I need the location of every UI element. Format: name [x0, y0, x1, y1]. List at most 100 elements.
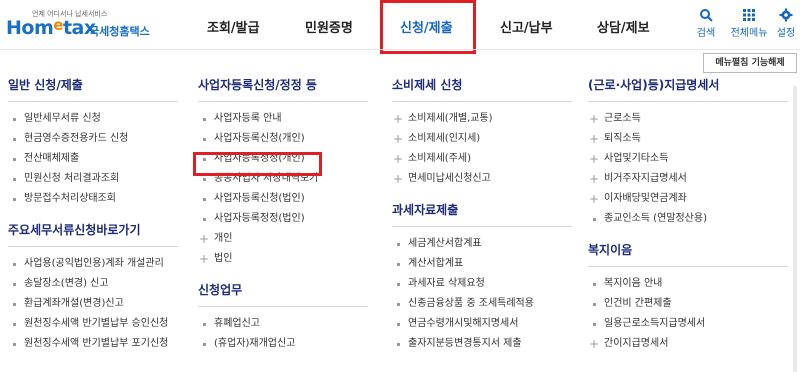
menu-unfold-toggle-button[interactable]: 메뉴펼침 기능해제	[703, 53, 797, 73]
menu-item[interactable]: 사업자등록신청(개인)	[198, 129, 368, 149]
menu-item[interactable]: 계산서합계표	[392, 254, 572, 274]
menu-item-expandable[interactable]: + 이자배당및연금계좌	[588, 189, 788, 209]
menu-item[interactable]: 신종금융상품 중 조세특례적용	[392, 294, 572, 314]
menu-item[interactable]: 원천징수세액 반기별납부 포기신청	[8, 334, 178, 354]
settings-label: 설정	[776, 28, 796, 39]
bullet-icon	[397, 243, 400, 246]
menu-item[interactable]: 일용근로소득지급명세서	[588, 314, 788, 334]
column-general-application: 일반 신청/제출 일반세무서류 신청 현금영수증전용카드 신청 전산매체제출 민…	[8, 76, 178, 354]
header-divider	[0, 49, 800, 50]
bullet-icon	[593, 218, 596, 221]
menu-item[interactable]: 사업자등록 안내	[198, 109, 368, 129]
column-payment-statement: (근로·사업)등)지급명세서 + 근로소득 + 퇴직소득 + 사업및기타소득 + 비거주…	[588, 76, 788, 354]
scrollbar-track[interactable]	[793, 86, 797, 372]
highlight-box	[193, 152, 322, 176]
plus-icon: +	[199, 252, 210, 266]
plus-icon: +	[199, 232, 210, 246]
header: 언제 어디서나 납세서비스 Hometax 국세청홈택스 조회/발급 민원증명 …	[0, 0, 800, 54]
plus-icon: +	[589, 337, 600, 351]
menu-item-expandable[interactable]: + 퇴직소득	[588, 129, 788, 149]
active-nav-highlight	[380, 0, 476, 54]
section-title[interactable]: 과세자료제출	[392, 201, 572, 217]
menu-item[interactable]: 사업용(공익법인용)계좌 개설관리	[8, 254, 178, 274]
menu-item[interactable]: 복지이음 안내	[588, 274, 788, 294]
menu-item[interactable]: (휴업자)재개업신고	[198, 334, 368, 354]
menu-item-expandable[interactable]: + 소비제세(주세)	[392, 149, 572, 169]
search-button[interactable]: 검색	[686, 8, 726, 39]
menu-list: 복지이음 안내 인건비 간편제출 일용근로소득지급명세서 + 간이지급명세서	[588, 274, 788, 354]
menu-item-expandable[interactable]: + 간이지급명세서	[588, 334, 788, 354]
nav-report-payment[interactable]: 신고/납부	[500, 17, 553, 36]
divider	[588, 266, 788, 267]
menu-item-expandable[interactable]: + 개인	[198, 229, 368, 249]
menu-item[interactable]: 출자지분등변경통지서 제출	[392, 334, 572, 354]
bullet-icon	[203, 218, 206, 221]
menu-item[interactable]: 연금수령개시및해지명세서	[392, 314, 572, 334]
column-title[interactable]: (근로·사업)등)지급명세서	[588, 76, 788, 92]
bullet-icon	[203, 178, 206, 181]
menu-item[interactable]: 민원신청 처리결과조회	[8, 169, 178, 189]
column-title[interactable]: 사업자등록신청/정정 등	[198, 76, 368, 92]
menu-item[interactable]: 현금영수증전용카드 신청	[8, 129, 178, 149]
menu-item-expandable[interactable]: + 비거주자지급명세서	[588, 169, 788, 189]
menu-item[interactable]: 사업자등록정정(법인)	[198, 209, 368, 229]
menu-item[interactable]: 일반세무서류 신청	[8, 109, 178, 129]
menu-item-expandable[interactable]: + 근로소득	[588, 109, 788, 129]
plus-icon: +	[589, 172, 600, 186]
nav-inquiry[interactable]: 조회/발급	[207, 17, 260, 36]
menu-list: 세금계산서합계표 계산서합계표 과세자료 삭제요청 신종금융상품 중 조세특례적…	[392, 234, 572, 354]
menu-item[interactable]: 방문접수처리상태조회	[8, 189, 178, 209]
menu-item[interactable]: 인건비 간편제출	[588, 294, 788, 314]
menu-item[interactable]: 환급계좌개설(변경)신고	[8, 294, 178, 314]
all-menu-button[interactable]: 전체메뉴	[726, 8, 772, 39]
bullet-icon	[203, 323, 206, 326]
settings-button[interactable]: 설정	[772, 8, 800, 39]
column-business-registration: 사업자등록신청/정정 등 사업자등록 안내 사업자등록신청(개인) 사업자등록정…	[198, 76, 368, 354]
plus-icon: +	[393, 132, 404, 146]
menu-list: + 근로소득 + 퇴직소득 + 사업및기타소득 + 비거주자지급명세서 + 이자배당및연금…	[588, 109, 788, 229]
bullet-icon	[397, 303, 400, 306]
plus-icon: +	[589, 192, 600, 206]
menu-list: 사업용(공익법인용)계좌 개설관리 송달장소(변경) 신고 환급계좌개설(변경)…	[8, 254, 178, 354]
menu-item[interactable]: 사업자등록신청(법인)	[198, 189, 368, 209]
divider	[198, 306, 368, 307]
menu-item-expandable[interactable]: + 사업및기타소득	[588, 149, 788, 169]
menu-item-expandable[interactable]: + 소비제세(인지세)	[392, 129, 572, 149]
divider	[198, 101, 368, 102]
menu-item[interactable]: 과세자료 삭제요청	[392, 274, 572, 294]
bullet-icon	[13, 118, 16, 121]
menu-item-expandable[interactable]: + 면세미납세신청신고	[392, 169, 572, 189]
menu-list: 일반세무서류 신청 현금영수증전용카드 신청 전산매체제출 민원신청 처리결과조…	[8, 109, 178, 209]
hometax-logo[interactable]: 언제 어디서나 납세서비스 Hometax 국세청홈택스	[6, 9, 166, 43]
column-title[interactable]: 소비제세 신청	[392, 76, 572, 92]
section-title[interactable]: 복지이음	[588, 241, 788, 257]
menu-item[interactable]: 송달장소(변경) 신고	[8, 274, 178, 294]
section-title[interactable]: 신청업무	[198, 281, 368, 297]
bullet-icon	[13, 323, 16, 326]
logo-brand: Hometax	[6, 16, 96, 39]
bullet-icon	[397, 343, 400, 346]
column-consumption-tax: 소비제세 신청 + 소비제세(개별,교통) + 소비제세(인지세) + 소비제세(주세…	[392, 76, 572, 354]
nav-certificate[interactable]: 민원증명	[305, 17, 353, 36]
bullet-icon	[13, 283, 16, 286]
bullet-icon	[593, 303, 596, 306]
bullet-icon	[397, 323, 400, 326]
section-title[interactable]: 주요세무서류신청바로가기	[8, 221, 178, 237]
bullet-icon	[397, 283, 400, 286]
menu-item[interactable]: 휴폐업신고	[198, 314, 368, 334]
plus-icon: +	[393, 172, 404, 186]
menu-item[interactable]: 세금계산서합계표	[392, 234, 572, 254]
divider	[588, 101, 788, 102]
divider	[392, 101, 572, 102]
menu-item-expandable[interactable]: + 법인	[198, 249, 368, 269]
divider	[8, 101, 178, 102]
all-menu-label: 전체메뉴	[730, 28, 768, 39]
column-title[interactable]: 일반 신청/제출	[8, 76, 178, 92]
nav-consult[interactable]: 상담/제보	[597, 17, 650, 36]
menu-item[interactable]: 원천징수세액 반기별납부 승인신청	[8, 314, 178, 334]
menu-item[interactable]: 종교인소득 (연말정산용)	[588, 209, 788, 229]
menu-item-expandable[interactable]: + 소비제세(개별,교통)	[392, 109, 572, 129]
menu-list: 휴폐업신고 (휴업자)재개업신고	[198, 314, 368, 354]
menu-item[interactable]: 전산매체제출	[8, 149, 178, 169]
bullet-icon	[13, 138, 16, 141]
